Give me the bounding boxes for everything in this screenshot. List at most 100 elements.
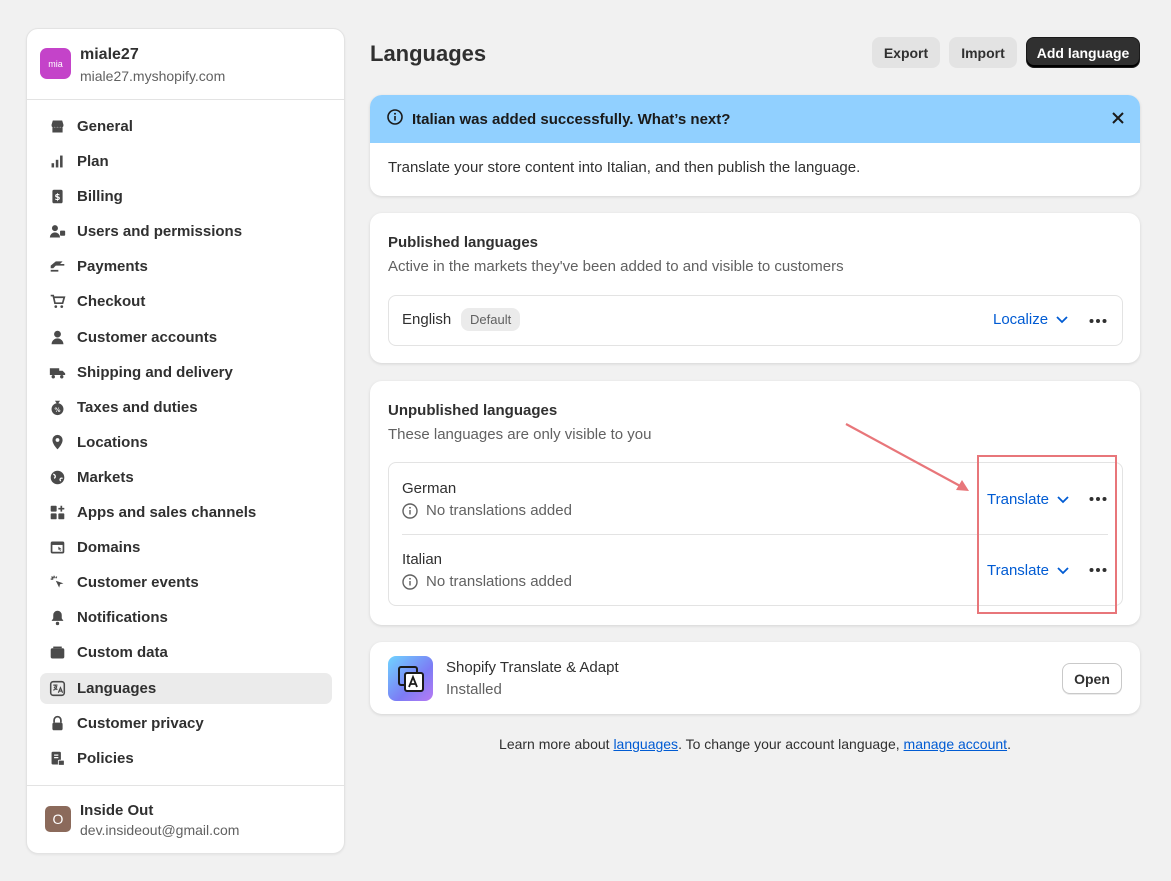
person-icon xyxy=(48,328,66,346)
bell-icon xyxy=(48,609,66,627)
store-name: miale27 xyxy=(80,46,139,63)
tax-icon: % xyxy=(48,398,66,416)
status-text: No translations added xyxy=(426,573,572,590)
sidebar-item-languages[interactable]: Languages xyxy=(40,672,332,704)
sidebar-item-label: Languages xyxy=(77,679,157,697)
sidebar-item-policies[interactable]: Policies xyxy=(40,743,332,774)
sidebar-item-checkout[interactable]: Checkout xyxy=(40,286,332,317)
app-status: Installed xyxy=(446,681,502,698)
sidebar-item-users[interactable]: Users and permissions xyxy=(40,216,332,247)
apps-icon xyxy=(48,504,66,522)
globe-icon xyxy=(48,468,66,486)
settings-nav: General Plan $ Billing Users and permiss… xyxy=(40,111,332,778)
banner-title: Italian was added successfully. What’s n… xyxy=(412,110,731,128)
sidebar-item-label: Payments xyxy=(77,258,148,276)
svg-text:$: $ xyxy=(54,193,60,203)
store-avatar: mia xyxy=(40,48,71,79)
sidebar-item-label: Markets xyxy=(77,468,134,486)
sidebar-item-label: Billing xyxy=(77,188,123,206)
sidebar-item-label: Shipping and delivery xyxy=(77,363,233,381)
language-name-italian: Italian xyxy=(402,551,443,568)
localize-dropdown[interactable]: Localize xyxy=(993,311,1068,328)
success-banner: Italian was added successfully. What’s n… xyxy=(370,95,1140,196)
footer-text: . To change your account language, xyxy=(678,736,904,752)
users-icon xyxy=(48,223,66,241)
sidebar-item-label: Customer privacy xyxy=(77,714,204,732)
banner-header: Italian was added successfully. What’s n… xyxy=(370,95,1140,143)
languages-link[interactable]: languages xyxy=(613,736,678,752)
chevron-down-icon xyxy=(1056,315,1068,323)
sidebar-item-shipping[interactable]: Shipping and delivery xyxy=(40,357,332,388)
settings-sidebar: mia miale27 miale27.myshopify.com Genera… xyxy=(26,28,345,854)
sidebar-item-customer-accounts[interactable]: Customer accounts xyxy=(40,322,332,353)
localize-label: Localize xyxy=(993,311,1049,328)
language-name-german: German xyxy=(402,480,457,497)
cursor-icon xyxy=(48,574,66,592)
store-header[interactable]: mia miale27 miale27.myshopify.com xyxy=(27,29,344,100)
sidebar-item-label: Locations xyxy=(77,433,148,451)
sidebar-item-label: Custom data xyxy=(77,644,168,662)
store-icon xyxy=(48,118,66,136)
sidebar-item-markets[interactable]: Markets xyxy=(40,462,332,493)
open-app-button[interactable]: Open xyxy=(1062,663,1122,694)
sidebar-item-customer-events[interactable]: Customer events xyxy=(40,567,332,598)
translation-status: No translations added xyxy=(402,573,572,590)
export-button[interactable]: Export xyxy=(872,37,940,68)
sidebar-item-label: Customer events xyxy=(77,574,199,592)
sidebar-item-taxes[interactable]: % Taxes and duties xyxy=(40,392,332,423)
unpublished-title: Unpublished languages xyxy=(388,402,558,419)
sidebar-item-label: Apps and sales channels xyxy=(77,504,257,522)
store-domain: miale27.myshopify.com xyxy=(80,68,226,84)
sidebar-item-label: Plan xyxy=(77,153,109,171)
user-email: dev.insideout@gmail.com xyxy=(80,822,240,838)
translation-status: No translations added xyxy=(402,502,572,519)
sidebar-item-payments[interactable]: Payments xyxy=(40,251,332,282)
sidebar-item-label: Taxes and duties xyxy=(77,398,198,416)
more-actions-icon[interactable] xyxy=(1089,318,1107,324)
footer-text: . xyxy=(1007,736,1011,752)
sidebar-item-plan[interactable]: Plan xyxy=(40,146,332,177)
sidebar-item-notifications[interactable]: Notifications xyxy=(40,602,332,633)
app-name: Shopify Translate & Adapt xyxy=(446,659,619,676)
banner-body: Translate your store content into Italia… xyxy=(388,159,861,176)
sidebar-item-general[interactable]: General xyxy=(40,111,332,142)
info-icon xyxy=(402,573,418,590)
add-language-button[interactable]: Add language xyxy=(1026,37,1140,68)
translate-app-icon xyxy=(388,656,433,701)
cart-icon xyxy=(48,293,66,311)
svg-text:%: % xyxy=(54,407,60,414)
sidebar-item-custom-data[interactable]: Custom data xyxy=(40,637,332,668)
manage-account-link[interactable]: manage account xyxy=(904,736,1008,752)
sidebar-item-label: Policies xyxy=(77,749,134,767)
info-icon xyxy=(402,502,418,519)
footer-help-text: Learn more about languages. To change yo… xyxy=(370,736,1140,752)
sidebar-item-label: Checkout xyxy=(77,293,146,311)
user-account[interactable]: O Inside Out dev.insideout@gmail.com xyxy=(27,785,344,853)
sidebar-item-domains[interactable]: Domains xyxy=(40,532,332,563)
payments-icon xyxy=(48,258,66,276)
status-text: No translations added xyxy=(426,502,572,519)
import-button[interactable]: Import xyxy=(949,37,1017,68)
sidebar-item-locations[interactable]: Locations xyxy=(40,427,332,458)
sidebar-item-customer-privacy[interactable]: Customer privacy xyxy=(40,708,332,739)
sidebar-item-label: Users and permissions xyxy=(77,223,243,241)
sidebar-item-billing[interactable]: $ Billing xyxy=(40,181,332,212)
unpublished-subtitle: These languages are only visible to you xyxy=(388,426,652,443)
app-card: Shopify Translate & Adapt Installed Open xyxy=(370,642,1140,714)
sidebar-item-label: Notifications xyxy=(77,609,168,627)
user-name: Inside Out xyxy=(80,802,154,819)
policy-icon xyxy=(48,749,66,767)
close-icon[interactable] xyxy=(1111,111,1125,128)
published-subtitle: Active in the markets they've been added… xyxy=(388,258,844,275)
info-icon xyxy=(387,109,403,129)
data-icon xyxy=(48,644,66,662)
truck-icon xyxy=(48,363,66,381)
language-name-english: English xyxy=(402,311,452,328)
sidebar-item-label: Domains xyxy=(77,539,141,557)
page-title: Languages xyxy=(370,41,487,66)
sidebar-item-apps[interactable]: Apps and sales channels xyxy=(40,497,332,528)
user-avatar: O xyxy=(45,806,71,832)
location-icon xyxy=(48,433,66,451)
language-icon xyxy=(48,679,66,697)
sidebar-item-label: Customer accounts xyxy=(77,328,218,346)
